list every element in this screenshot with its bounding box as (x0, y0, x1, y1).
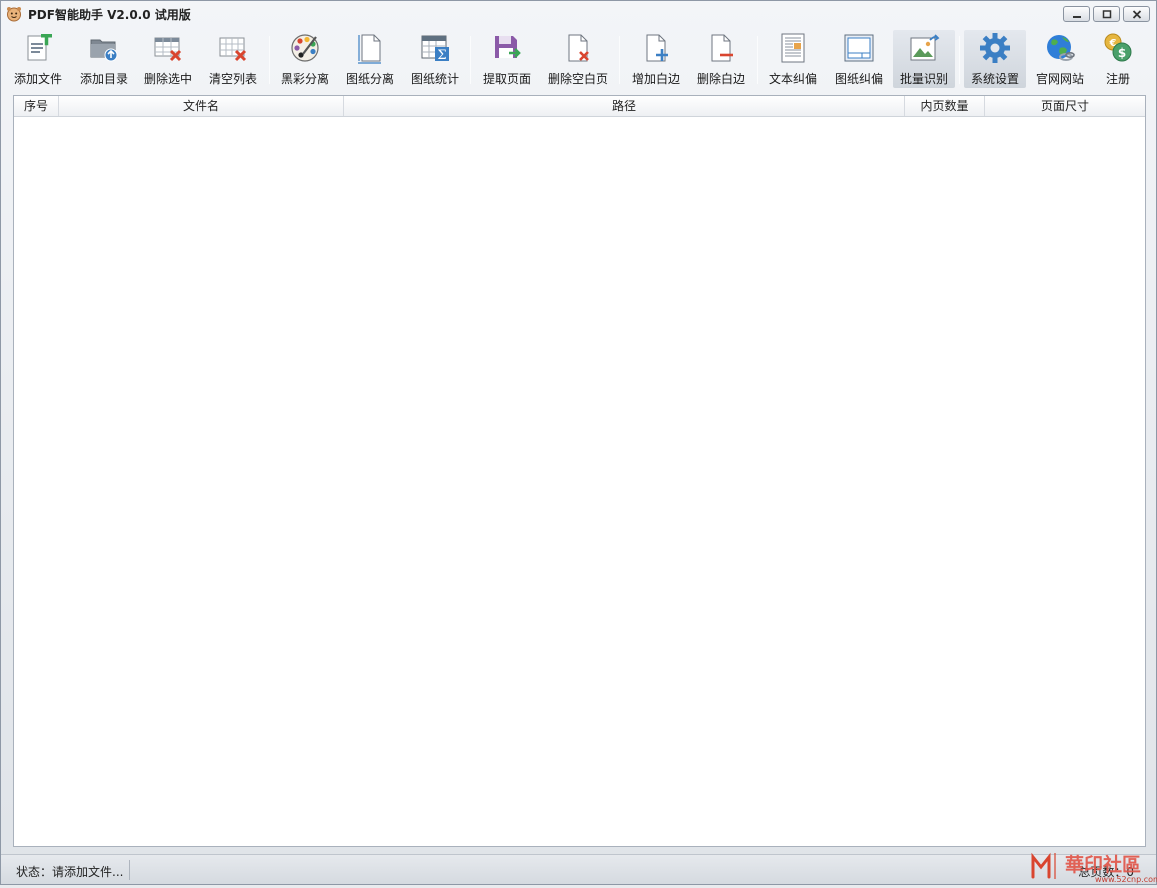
watermark: 華印社區 www.52cnp.com (1031, 847, 1157, 885)
website-button[interactable]: 官网网站 (1029, 30, 1091, 88)
extract-page-icon (495, 36, 521, 58)
add-folder-label: 添加目录 (79, 72, 128, 86)
remove-margin-icon (711, 34, 733, 62)
delete-blank-page-icon (568, 34, 589, 62)
drawing-stats-label: 图纸统计 (410, 72, 459, 86)
delete-selected-icon (154, 37, 182, 62)
register-button[interactable]: € $ 注册 (1094, 30, 1142, 88)
window-title: PDF智能助手 V2.0.0 试用版 (28, 8, 191, 22)
add-folder-button[interactable]: 添加目录 (73, 30, 135, 88)
close-button[interactable] (1123, 6, 1150, 22)
drawing-split-icon (358, 34, 381, 64)
minimize-button[interactable] (1063, 6, 1090, 22)
column-header-path[interactable]: 路径 (344, 96, 905, 116)
color-split-button[interactable]: 黑彩分离 (274, 30, 336, 88)
drawing-deskew-label: 图纸纠偏 (834, 72, 883, 86)
add-folder-icon (90, 39, 118, 62)
remove-margin-button[interactable]: 删除白边 (690, 30, 752, 88)
app-logo-icon (6, 6, 22, 22)
delete-selected-label: 删除选中 (143, 72, 192, 86)
status-bar: 状态：请添加文件... 总页数：0 (1, 854, 1156, 884)
delete-selected-button[interactable]: 删除选中 (138, 30, 198, 88)
text-deskew-label: 文本纠偏 (768, 72, 817, 86)
drawing-deskew-button[interactable]: 图纸纠偏 (828, 30, 890, 88)
settings-button[interactable]: 系统设置 (964, 30, 1026, 88)
add-margin-icon (646, 34, 668, 62)
column-header-filename[interactable]: 文件名 (59, 96, 344, 116)
extract-page-label: 提取页面 (482, 72, 531, 86)
column-header-index[interactable]: 序号 (14, 96, 59, 116)
list-body[interactable] (14, 117, 1145, 846)
toolbar-separator (757, 36, 758, 84)
minimize-icon (1073, 16, 1081, 18)
add-file-label: 添加文件 (13, 72, 62, 86)
toolbar-separator (619, 36, 620, 84)
toolbar-separator (470, 36, 471, 84)
gear-icon (980, 33, 1010, 63)
toolbar-separator (269, 36, 270, 84)
add-file-button[interactable]: 添加文件 (7, 30, 69, 88)
watermark-url: www.52cnp.com (1095, 875, 1157, 884)
batch-ocr-label: 批量识别 (899, 72, 948, 86)
globe-icon (1047, 35, 1075, 61)
svg-text:Σ: Σ (437, 48, 446, 63)
file-list[interactable]: 序号 文件名 路径 内页数量 页面尺寸 (13, 95, 1146, 847)
color-split-label: 黑彩分离 (280, 72, 329, 86)
maximize-button[interactable] (1093, 6, 1120, 22)
status-text: 状态：请添加文件... (16, 865, 124, 879)
drawing-split-label: 图纸分离 (345, 72, 394, 86)
clear-list-icon (219, 37, 247, 62)
remove-margin-label: 删除白边 (696, 72, 745, 86)
text-deskew-icon (781, 33, 805, 63)
close-icon (1132, 10, 1142, 19)
drawing-stats-icon: Σ (421, 35, 449, 63)
coins-icon: € $ (1104, 33, 1132, 62)
website-label: 官网网站 (1035, 72, 1084, 86)
drawing-stats-button[interactable]: Σ 图纸统计 (404, 30, 466, 88)
delete-blank-page-button[interactable]: 删除空白页 (543, 30, 613, 88)
add-file-icon (27, 34, 52, 61)
batch-ocr-icon (910, 34, 940, 61)
watermark-text: 華印社區 (1065, 853, 1141, 876)
delete-blank-page-label: 删除空白页 (547, 72, 608, 86)
drawing-split-button[interactable]: 图纸分离 (340, 30, 400, 88)
watermark-logo-icon: 華印社區 www.52cnp.com (1031, 852, 1157, 884)
svg-text:$: $ (1118, 46, 1126, 60)
column-header-page-size[interactable]: 页面尺寸 (985, 96, 1145, 116)
app-window: PDF智能助手 V2.0.0 试用版 添加文件 添加目录 删除选中 清空列表 黑… (0, 0, 1157, 885)
toolbar-separator (959, 36, 960, 84)
drawing-deskew-icon (844, 34, 874, 62)
clear-list-label: 清空列表 (208, 72, 257, 86)
settings-label: 系统设置 (970, 72, 1019, 86)
clear-list-button[interactable]: 清空列表 (202, 30, 264, 88)
extract-page-button[interactable]: 提取页面 (476, 30, 538, 88)
list-header: 序号 文件名 路径 内页数量 页面尺寸 (14, 96, 1145, 117)
register-label: 注册 (1105, 72, 1130, 86)
add-margin-button[interactable]: 增加白边 (625, 30, 687, 88)
toolbar: 添加文件 添加目录 删除选中 清空列表 黑彩分离 图纸分离 Σ 图纸统计 提取页… (1, 28, 1156, 90)
maximize-icon (1102, 10, 1112, 19)
add-margin-label: 增加白边 (631, 72, 680, 86)
title-bar[interactable]: PDF智能助手 V2.0.0 试用版 (1, 1, 1156, 28)
column-header-page-count[interactable]: 内页数量 (905, 96, 985, 116)
status-separator (129, 860, 130, 880)
batch-ocr-button[interactable]: 批量识别 (893, 30, 955, 88)
text-deskew-button[interactable]: 文本纠偏 (762, 30, 824, 88)
color-palette-icon (291, 34, 319, 62)
